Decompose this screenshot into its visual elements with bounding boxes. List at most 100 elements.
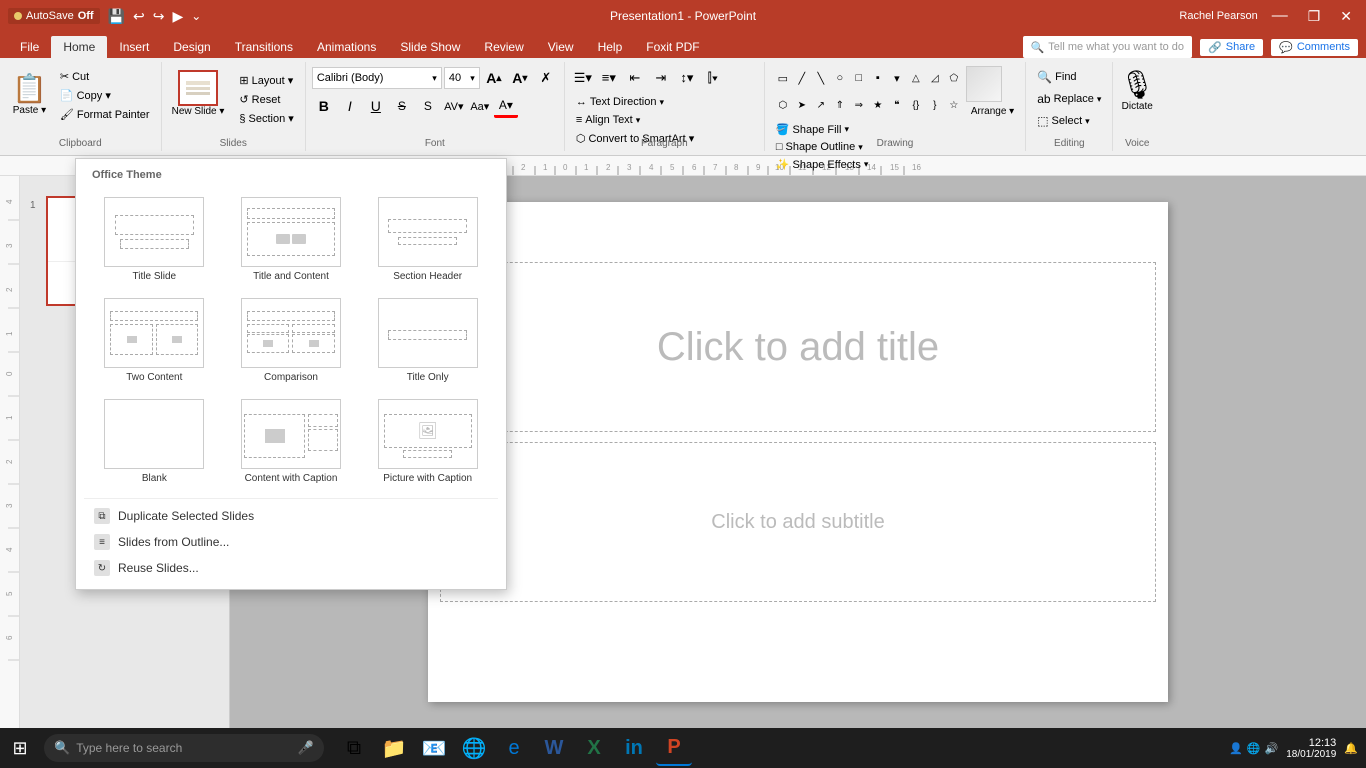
- text-shadow-button[interactable]: S: [416, 94, 440, 118]
- layout-title-only[interactable]: Title Only: [361, 292, 494, 389]
- tab-design[interactable]: Design: [161, 36, 222, 58]
- subtitle-placeholder[interactable]: Click to add subtitle: [440, 442, 1156, 602]
- voice-label: Voice: [1113, 138, 1161, 149]
- arrange-button[interactable]: Arrange ▾: [966, 104, 1019, 119]
- replace-button[interactable]: ab Replace ▾: [1032, 90, 1106, 108]
- tab-animations[interactable]: Animations: [305, 36, 388, 58]
- line-spacing-button[interactable]: ↕▾: [675, 66, 699, 90]
- layout-button[interactable]: ⊞Layout ▾: [234, 72, 298, 89]
- dictate-button[interactable]: 🎙 Dictate: [1119, 68, 1155, 112]
- layout-comparison[interactable]: Comparison: [225, 292, 358, 389]
- columns-button[interactable]: ⫿▾: [701, 66, 725, 90]
- layout-content-caption[interactable]: Content with Caption: [225, 393, 358, 490]
- svg-text:8: 8: [734, 163, 739, 172]
- save-icon[interactable]: 💾: [108, 8, 125, 25]
- font-color-button[interactable]: A▾: [494, 94, 518, 118]
- increase-indent-button[interactable]: ⇥: [649, 66, 673, 90]
- taskbar-search[interactable]: 🔍 Type here to search 🎤: [44, 734, 324, 762]
- char-spacing-button[interactable]: AV▾: [442, 94, 466, 118]
- layout-label-title-slide: Title Slide: [133, 271, 177, 282]
- underline-button[interactable]: U: [364, 94, 388, 118]
- taskview-app[interactable]: ⧉: [336, 730, 372, 766]
- excel-app[interactable]: X: [576, 730, 612, 766]
- tab-foxit[interactable]: Foxit PDF: [634, 36, 711, 58]
- select-button[interactable]: ⬚ Select ▾: [1032, 112, 1106, 130]
- network-icon[interactable]: 🌐: [1247, 742, 1261, 755]
- copy-button[interactable]: 📄Copy ▾: [55, 87, 155, 104]
- font-family-select[interactable]: Calibri (Body) ▾: [312, 67, 442, 89]
- tab-transitions[interactable]: Transitions: [223, 36, 305, 58]
- bullets-button[interactable]: ☰▾: [571, 66, 595, 90]
- layout-two-content[interactable]: Two Content: [88, 292, 221, 389]
- shape-misc[interactable]: ☆: [942, 93, 960, 117]
- strikethrough-button[interactable]: S: [390, 94, 414, 118]
- layout-title-slide[interactable]: Title Slide: [88, 191, 221, 288]
- new-slide-button[interactable]: New Slide ▾: [168, 68, 229, 119]
- quick-styles-button[interactable]: [966, 66, 1002, 102]
- title-placeholder[interactable]: Click to add title: [440, 262, 1156, 432]
- layout-thumb-title-slide: [104, 197, 204, 267]
- slide-canvas[interactable]: Click to add title Click to add subtitle: [428, 202, 1168, 702]
- align-text-button[interactable]: ≡ Align Text ▾: [571, 112, 645, 128]
- linkedin-app[interactable]: in: [616, 730, 652, 766]
- taskbar-search-text: Type here to search: [76, 741, 182, 755]
- format-painter-button[interactable]: 🖌Format Painter: [55, 106, 155, 123]
- duplicate-slides-menu-item[interactable]: ⧉ Duplicate Selected Slides: [84, 503, 498, 529]
- outlook-app[interactable]: 📧: [416, 730, 452, 766]
- numbering-button[interactable]: ≡▾: [597, 66, 621, 90]
- find-button[interactable]: 🔍 Find: [1032, 68, 1106, 86]
- redo-icon[interactable]: ↪: [153, 8, 165, 25]
- edge-app[interactable]: e: [496, 730, 532, 766]
- chrome-app[interactable]: 🌐: [456, 730, 492, 766]
- layout-title-content[interactable]: Title and Content: [225, 191, 358, 288]
- shape-pent[interactable]: ⬠: [942, 66, 960, 90]
- tab-slideshow[interactable]: Slide Show: [388, 36, 472, 58]
- people-icon[interactable]: 👤: [1229, 742, 1243, 755]
- tab-home[interactable]: Home: [51, 36, 107, 58]
- layout-label-blank: Blank: [142, 473, 167, 484]
- layout-section-header[interactable]: Section Header: [361, 191, 494, 288]
- section-button[interactable]: §Section ▾: [234, 110, 298, 127]
- layout-picture-caption[interactable]: 🖼 Picture with Caption: [361, 393, 494, 490]
- bold-button[interactable]: B: [312, 94, 336, 118]
- notification-icon[interactable]: 🔔: [1344, 742, 1358, 755]
- layout-label-section-header: Section Header: [393, 271, 462, 282]
- reuse-slides-menu-item[interactable]: ↻ Reuse Slides...: [84, 555, 498, 581]
- word-app[interactable]: W: [536, 730, 572, 766]
- italic-button[interactable]: I: [338, 94, 362, 118]
- restore-btn[interactable]: ❐: [1302, 8, 1327, 25]
- tab-file[interactable]: File: [8, 36, 51, 58]
- close-btn[interactable]: ✕: [1334, 8, 1358, 25]
- layout-blank[interactable]: Blank: [88, 393, 221, 490]
- start-button[interactable]: ⊞: [0, 728, 40, 768]
- increase-font-button[interactable]: A▴: [482, 66, 506, 90]
- tab-view[interactable]: View: [536, 36, 586, 58]
- text-direction-button[interactable]: ↔ Text Direction ▾: [571, 94, 669, 110]
- autosave-toggle[interactable]: AutoSave Off: [8, 8, 100, 24]
- present-icon[interactable]: ▶: [173, 8, 184, 25]
- undo-icon[interactable]: ↩: [133, 8, 145, 25]
- slides-from-outline-menu-item[interactable]: ≡ Slides from Outline...: [84, 529, 498, 555]
- explorer-app[interactable]: 📁: [376, 730, 412, 766]
- cut-button[interactable]: ✂Cut: [55, 68, 155, 85]
- clear-format-button[interactable]: ✗: [534, 66, 558, 90]
- shape-fill-button[interactable]: 🪣 Shape Fill ▾: [771, 121, 1019, 138]
- shape-effects-button[interactable]: ✨ Shape Effects ▾: [771, 156, 1019, 173]
- comments-btn[interactable]: 💬Comments: [1271, 39, 1358, 56]
- tell-me-text[interactable]: Tell me what you want to do: [1048, 41, 1184, 53]
- share-btn[interactable]: 🔗Share: [1200, 39, 1263, 56]
- customize-icon[interactable]: ⌄: [191, 9, 201, 23]
- paste-button[interactable]: 📋 Paste ▾: [6, 70, 53, 118]
- decrease-font-button[interactable]: A▾: [508, 66, 532, 90]
- minimize-btn[interactable]: —: [1266, 7, 1294, 25]
- decrease-indent-button[interactable]: ⇤: [623, 66, 647, 90]
- reset-button[interactable]: ↺Reset: [234, 91, 298, 108]
- tab-help[interactable]: Help: [586, 36, 635, 58]
- volume-icon[interactable]: 🔊: [1265, 742, 1279, 755]
- tab-review[interactable]: Review: [472, 36, 535, 58]
- font-case-button[interactable]: Aa▾: [468, 94, 492, 118]
- layout-menu-title: Office Theme: [84, 167, 498, 187]
- tab-insert[interactable]: Insert: [107, 36, 161, 58]
- font-size-input[interactable]: 40 ▾: [444, 67, 480, 89]
- powerpoint-app[interactable]: P: [656, 730, 692, 766]
